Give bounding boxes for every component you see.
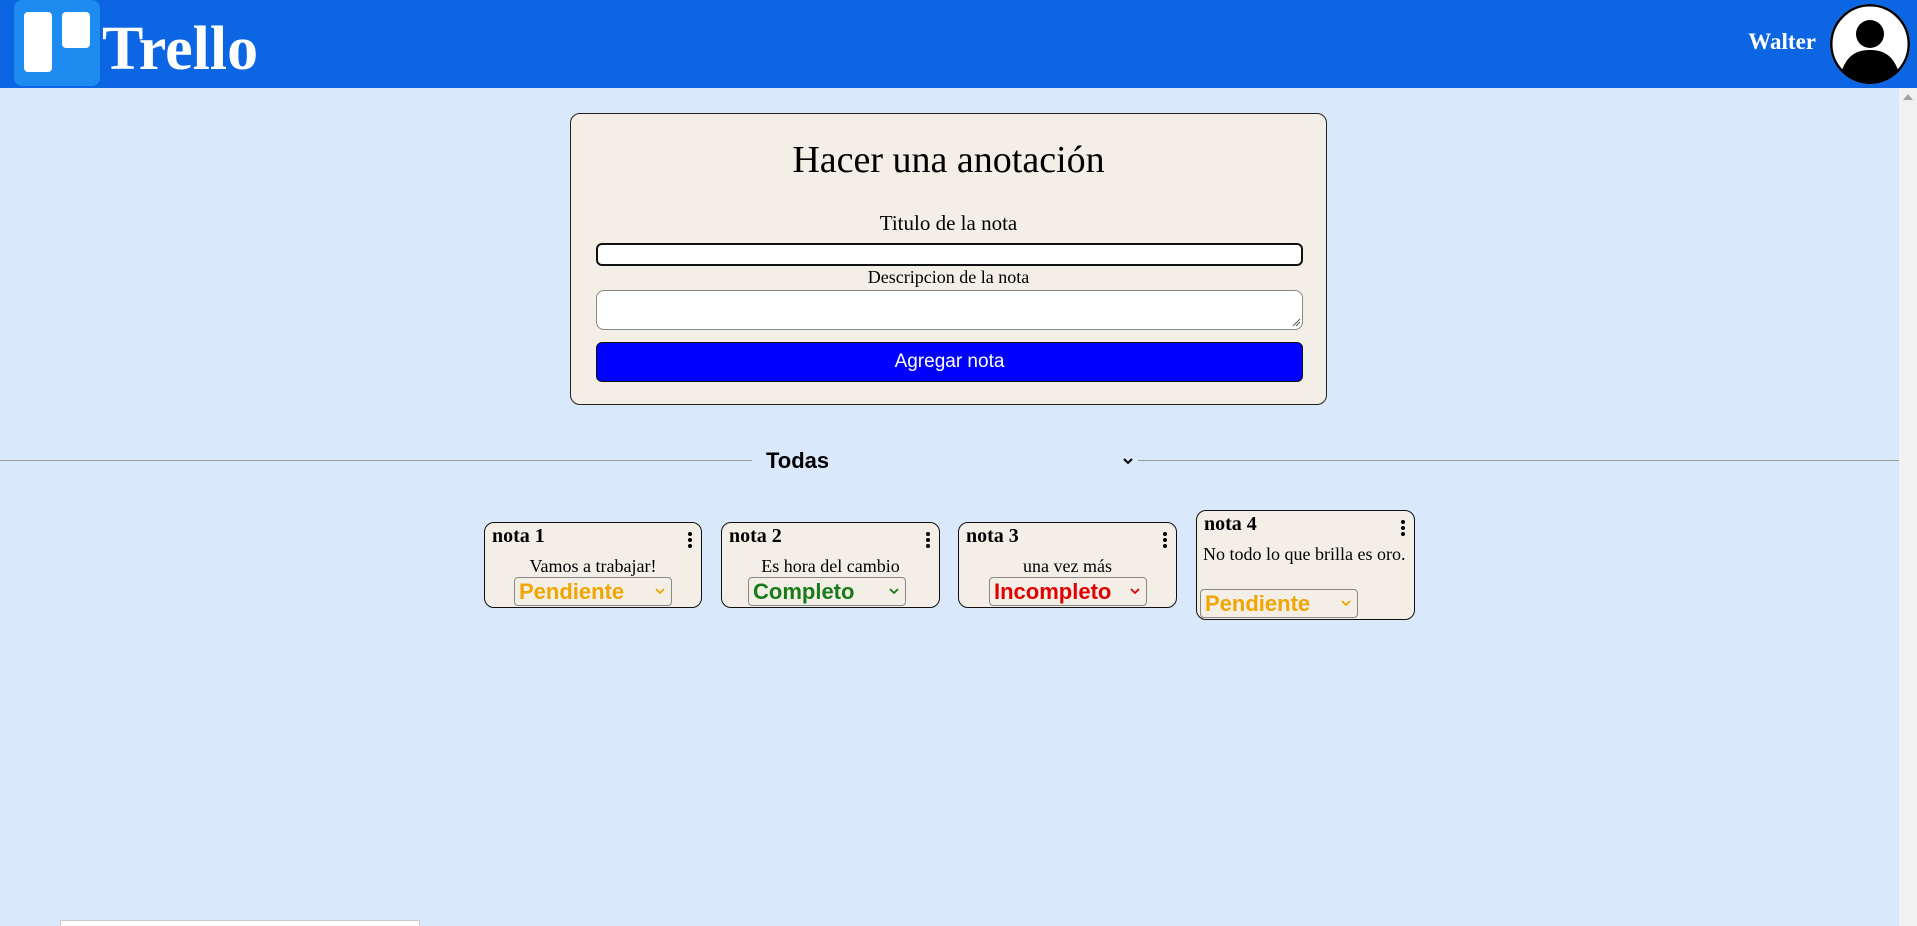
- chevron-down-icon: [1123, 458, 1133, 465]
- note-title: nota 1: [492, 525, 545, 547]
- divider-left: [0, 460, 752, 461]
- note-description: una vez más: [1023, 556, 1112, 576]
- status-value: Pendiente: [1205, 591, 1311, 616]
- add-note-button[interactable]: Agregar nota: [596, 342, 1303, 382]
- note-title-input[interactable]: [596, 243, 1303, 266]
- vertical-scrollbar[interactable]: [1899, 88, 1917, 926]
- note-form-card: Hacer una anotación Titulo de la nota De…: [570, 113, 1327, 405]
- note-title: nota 3: [966, 525, 1019, 547]
- app-title[interactable]: Trello: [102, 12, 258, 86]
- status-value: Pendiente: [519, 579, 625, 604]
- vertical-dots-icon[interactable]: [1400, 519, 1406, 537]
- chevron-down-icon: [889, 588, 899, 595]
- note-description: Vamos a trabajar!: [529, 556, 657, 576]
- note-description-label: Descripcion de la nota: [867, 267, 1030, 287]
- note-description-input[interactable]: [596, 290, 1303, 330]
- status-value: Completo: [753, 579, 855, 604]
- app-header: Trello Walter: [0, 0, 1917, 88]
- note-title: nota 4: [1204, 513, 1257, 535]
- vertical-dots-icon[interactable]: [687, 531, 693, 549]
- scroll-up-arrow-icon[interactable]: [1903, 94, 1913, 100]
- status-select[interactable]: Pendiente: [514, 577, 672, 606]
- vertical-dots-icon[interactable]: [925, 531, 931, 549]
- vertical-dots-icon[interactable]: [1162, 531, 1168, 549]
- note-card-4[interactable]: nota 4 No todo lo que brilla es oro. Pen…: [1196, 510, 1415, 620]
- note-title-label: Titulo de la nota: [879, 211, 1018, 235]
- divider-right: [1138, 460, 1899, 461]
- logo-bar-left: [24, 12, 52, 72]
- chevron-down-icon: [1341, 600, 1351, 607]
- note-description: Es hora del cambio: [761, 556, 900, 576]
- user-name[interactable]: Walter: [1748, 29, 1816, 55]
- bottom-partial-panel: [60, 920, 420, 926]
- status-filter-select[interactable]: Todas: [760, 447, 1138, 475]
- user-avatar-icon[interactable]: [1830, 4, 1910, 84]
- note-title: nota 2: [729, 525, 782, 547]
- trello-logo-icon[interactable]: [14, 0, 100, 86]
- note-card-3[interactable]: nota 3 una vez más Incompleto: [958, 522, 1177, 608]
- resize-grip-icon[interactable]: [1291, 317, 1301, 327]
- note-card-2[interactable]: nota 2 Es hora del cambio Completo: [721, 522, 940, 608]
- logo-bar-right: [62, 12, 90, 48]
- status-select[interactable]: Completo: [748, 577, 906, 606]
- status-select[interactable]: Incompleto: [989, 577, 1147, 606]
- note-card-1[interactable]: nota 1 Vamos a trabajar! Pendiente: [484, 522, 702, 608]
- filter-selected-value: Todas: [766, 448, 830, 473]
- chevron-down-icon: [655, 588, 665, 595]
- status-select[interactable]: Pendiente: [1200, 589, 1358, 618]
- note-description: No todo lo que brilla es oro.: [1203, 544, 1406, 564]
- status-value: Incompleto: [994, 579, 1112, 604]
- form-heading: Hacer una anotación: [792, 139, 1105, 181]
- chevron-down-icon: [1130, 588, 1140, 595]
